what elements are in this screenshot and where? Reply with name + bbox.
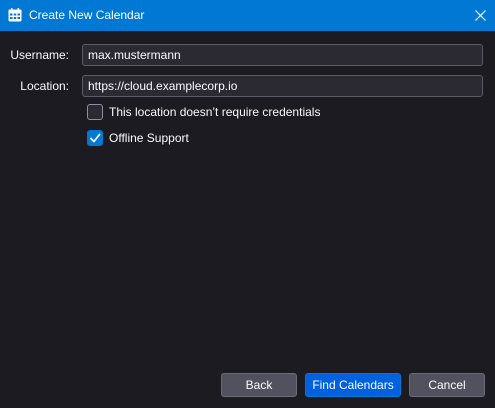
offline-support-label: Offline Support: [109, 131, 189, 145]
location-input[interactable]: [82, 75, 483, 97]
create-calendar-dialog: Create New Calendar Username: Location: …: [0, 0, 495, 408]
title-bar: Create New Calendar: [0, 0, 495, 31]
no-credentials-checkbox[interactable]: [87, 104, 103, 120]
calendar-icon: [8, 8, 22, 22]
checkmark-icon: [90, 133, 101, 143]
back-button[interactable]: Back: [221, 373, 297, 397]
dialog-title: Create New Calendar: [29, 8, 145, 22]
find-calendars-button[interactable]: Find Calendars: [305, 373, 401, 397]
no-credentials-label: This location doesn’t require credential…: [109, 105, 321, 119]
cancel-button[interactable]: Cancel: [409, 373, 485, 397]
offline-support-checkbox[interactable]: [87, 130, 103, 146]
username-input[interactable]: [82, 44, 483, 66]
no-credentials-option[interactable]: This location doesn’t require credential…: [87, 104, 347, 120]
location-label: Location:: [20, 79, 69, 93]
offline-support-option[interactable]: Offline Support: [87, 130, 217, 146]
close-button[interactable]: [465, 0, 495, 31]
username-label: Username:: [10, 48, 69, 62]
